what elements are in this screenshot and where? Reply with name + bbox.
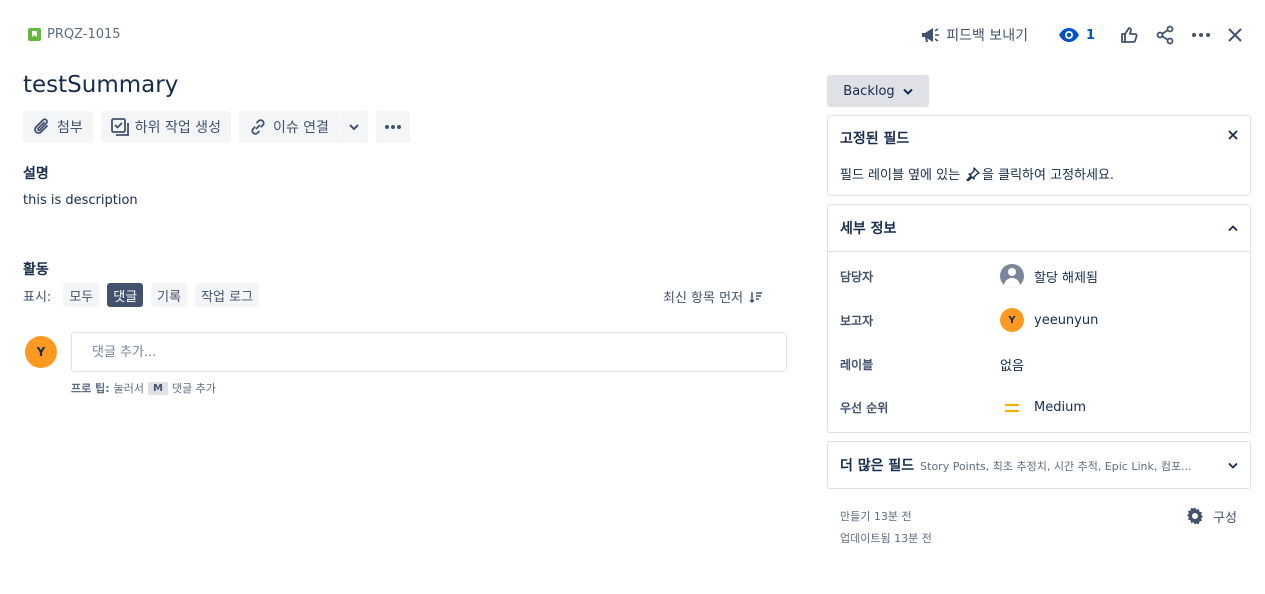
close-icon xyxy=(1228,130,1238,140)
description-label: 설명 xyxy=(23,166,49,182)
link-issue-button[interactable]: 이슈 연결 xyxy=(238,111,339,143)
priority-text: Medium xyxy=(1034,400,1086,415)
details-title: 세부 정보 xyxy=(840,221,897,237)
toolbar-more-button[interactable] xyxy=(375,111,410,143)
details-header[interactable]: 세부 정보 xyxy=(828,205,1250,252)
activity-label: 활동 xyxy=(23,262,49,278)
reporter-text: yeeunyun xyxy=(1034,312,1099,328)
more-fields-panel[interactable]: 더 많은 필드 Story Points, 최초 추정치, 시간 추적, Epi… xyxy=(827,441,1251,489)
watch-button[interactable]: 1 xyxy=(1050,20,1103,50)
megaphone-icon xyxy=(922,28,940,42)
reporter-avatar: Y xyxy=(1000,308,1024,332)
feedback-label: 피드백 보내기 xyxy=(946,28,1028,44)
updated-time: 업데이트됨 13분 전 xyxy=(840,532,932,545)
link-icon xyxy=(251,119,265,135)
comment-input[interactable] xyxy=(71,332,787,372)
assignee-label: 담당자 xyxy=(840,269,874,284)
create-subtask-button[interactable]: 하위 작업 생성 xyxy=(100,111,231,143)
close-issue-button[interactable] xyxy=(1219,20,1251,50)
attach-button[interactable]: 첨부 xyxy=(23,111,93,143)
more-icon xyxy=(1192,33,1210,37)
detail-row-labels: 레이블 없음 xyxy=(840,355,1240,374)
issue-key-breadcrumb[interactable]: PRQZ-1015 xyxy=(28,27,121,42)
more-fields-header: 더 많은 필드 Story Points, 최초 추정치, 시간 추적, Epi… xyxy=(840,455,1192,475)
detail-row-reporter: 보고자 Y yeeunyun xyxy=(840,308,1240,332)
tip-prefix: 프로 팁: xyxy=(71,382,110,395)
thumbs-up-icon xyxy=(1121,27,1138,43)
more-fields-title: 더 많은 필드 xyxy=(840,458,915,474)
reporter-label: 보고자 xyxy=(840,313,874,328)
priority-medium-icon xyxy=(1004,403,1020,412)
detail-row-priority: 우선 순위 Medium xyxy=(840,399,1240,416)
link-issue-label: 이슈 연결 xyxy=(272,120,329,136)
pinned-fields-title: 고정된 필드 xyxy=(840,131,910,147)
status-label: Backlog xyxy=(843,83,895,99)
share-button[interactable] xyxy=(1147,20,1183,50)
created-time: 만들기 13분 전 xyxy=(840,510,912,523)
gear-icon xyxy=(1186,507,1204,525)
configure-button[interactable]: 구성 xyxy=(1185,506,1237,526)
pin-icon xyxy=(966,166,980,181)
link-issue-dropdown[interactable] xyxy=(339,111,368,143)
filter-comments[interactable]: 댓글 xyxy=(107,283,144,307)
issue-title[interactable]: testSummary xyxy=(23,72,178,98)
show-label: 표시: xyxy=(23,289,52,305)
tip-suffix: 댓글 추가 xyxy=(171,382,216,395)
priority-label: 우선 순위 xyxy=(840,401,889,415)
filter-worklog[interactable]: 작업 로그 xyxy=(195,283,260,307)
share-icon xyxy=(1156,25,1174,45)
eye-icon xyxy=(1058,28,1079,42)
chevron-down-icon xyxy=(349,124,359,131)
current-user-avatar: Y xyxy=(25,336,57,368)
chevron-down-icon xyxy=(1228,462,1238,469)
pinned-fields-panel: 고정된 필드 필드 레이블 옆에 있는 을 클릭하여 고정하세요. xyxy=(827,115,1251,196)
filter-all[interactable]: 모두 xyxy=(63,283,100,307)
issue-key[interactable]: PRQZ-1015 xyxy=(47,27,121,42)
description-text[interactable]: this is description xyxy=(23,193,138,208)
activity-filter-row: 표시: 모두 댓글 기록 작업 로그 xyxy=(23,283,260,307)
paperclip-icon xyxy=(34,118,48,134)
vote-button[interactable] xyxy=(1111,20,1147,50)
pinned-fields-close[interactable] xyxy=(1228,128,1238,144)
attach-label: 첨부 xyxy=(57,120,83,136)
subtask-label: 하위 작업 생성 xyxy=(134,120,221,136)
link-issue-split: 이슈 연결 xyxy=(238,111,368,143)
subtask-icon xyxy=(110,118,129,136)
watch-count: 1 xyxy=(1085,27,1095,43)
more-icon xyxy=(384,125,401,129)
tip-key: M xyxy=(147,381,168,395)
labels-label: 레이블 xyxy=(840,358,874,372)
status-dropdown[interactable]: Backlog xyxy=(827,75,929,107)
hint-after: 을 클릭하여 고정하세요. xyxy=(982,168,1115,183)
chevron-down-icon xyxy=(902,88,913,95)
sort-icon xyxy=(749,291,763,303)
story-icon xyxy=(28,28,41,41)
configure-label: 구성 xyxy=(1213,510,1237,526)
labels-value[interactable]: 없음 xyxy=(1000,355,1024,374)
sort-label: 최신 항목 먼저 xyxy=(663,291,744,306)
details-panel: 세부 정보 담당자 할당 해제됨 보고자 Y yeeunyun 레이블 없음 우… xyxy=(827,204,1251,433)
chevron-up-icon xyxy=(1228,224,1238,231)
assignee-value[interactable]: 할당 해제됨 xyxy=(1000,264,1098,288)
issue-top-actions: 피드백 보내기 1 xyxy=(912,20,1251,50)
hint-before: 필드 레이블 옆에 있는 xyxy=(840,168,961,183)
feedback-button[interactable]: 피드백 보내기 xyxy=(912,20,1036,50)
tip-middle: 눌러서 xyxy=(113,382,144,395)
pro-tip: 프로 팁: 눌러서 M 댓글 추가 xyxy=(71,380,216,396)
sort-button[interactable]: 최신 항목 먼저 xyxy=(663,287,763,306)
detail-row-assignee: 담당자 할당 해제됨 xyxy=(840,264,1240,288)
unassigned-avatar xyxy=(1000,264,1024,288)
more-fields-summary: Story Points, 최초 추정치, 시간 추적, Epic Link, … xyxy=(920,460,1192,473)
issue-toolbar: 첨부 하위 작업 생성 이슈 연결 xyxy=(23,111,410,143)
filter-history[interactable]: 기록 xyxy=(151,283,188,307)
assignee-text: 할당 해제됨 xyxy=(1034,270,1098,286)
pinned-fields-hint: 필드 레이블 옆에 있는 을 클릭하여 고정하세요. xyxy=(840,164,1114,183)
priority-value[interactable]: Medium xyxy=(1000,400,1086,415)
reporter-value[interactable]: Y yeeunyun xyxy=(1000,308,1098,332)
more-actions-button[interactable] xyxy=(1183,20,1219,50)
close-icon xyxy=(1228,28,1242,42)
